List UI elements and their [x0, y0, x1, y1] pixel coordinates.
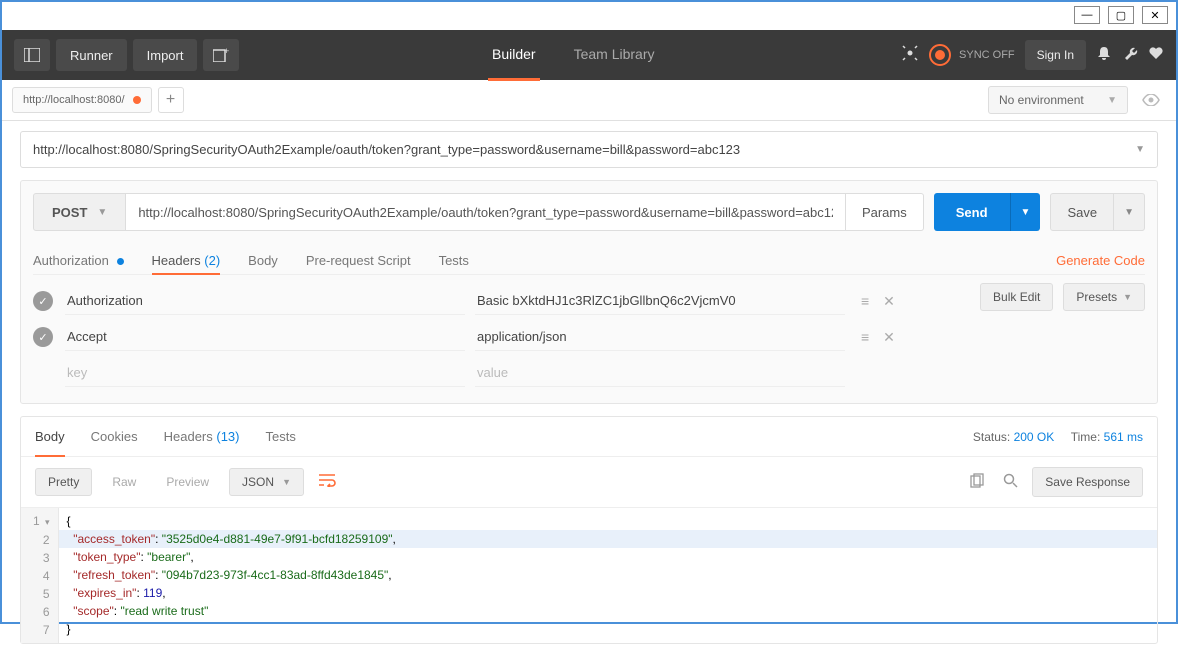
chevron-down-icon: ▼	[1123, 292, 1132, 302]
response-tab-body[interactable]: Body	[35, 417, 65, 456]
code-content[interactable]: { "access_token": "3525d0e4-d881-49e7-9f…	[59, 508, 1157, 643]
header-row: ✓ Authorization Basic bXktdHJ1c3RlZC1jbG…	[33, 283, 960, 319]
sync-record-icon	[929, 44, 951, 66]
request-tab-label: http://localhost:8080/	[23, 94, 125, 106]
checkmark-icon[interactable]: ✓	[33, 291, 53, 311]
history-url-dropdown[interactable]: http://localhost:8080/SpringSecurityOAut…	[20, 131, 1158, 168]
line-wrap-icon[interactable]	[314, 469, 340, 496]
tab-headers[interactable]: Headers (2)	[152, 247, 221, 274]
unsaved-dot-icon	[133, 96, 141, 104]
new-window-icon[interactable]: +	[203, 39, 239, 71]
response-body-code[interactable]: 1 ▾234567 { "access_token": "3525d0e4-d8…	[21, 508, 1157, 643]
save-response-button[interactable]: Save Response	[1032, 467, 1143, 497]
tab-pre-request-script[interactable]: Pre-request Script	[306, 247, 411, 274]
response-tab-headers[interactable]: Headers (13)	[164, 417, 240, 456]
format-dropdown[interactable]: JSON ▼	[229, 468, 304, 496]
header-row: ✓ Accept application/json ≡ ✕	[33, 319, 960, 355]
history-url-text: http://localhost:8080/SpringSecurityOAut…	[33, 142, 740, 157]
chevron-down-icon: ▼	[1107, 95, 1117, 106]
satellite-icon[interactable]	[901, 44, 919, 67]
header-value-input[interactable]: Basic bXktdHJ1c3RlZC1jbGllbnQ6c2VjcmV0	[475, 287, 845, 315]
window-close-button[interactable]: ✕	[1142, 6, 1168, 24]
runner-button[interactable]: Runner	[56, 39, 127, 71]
response-tab-tests[interactable]: Tests	[266, 417, 296, 456]
view-pretty-button[interactable]: Pretty	[35, 468, 92, 496]
tab-body[interactable]: Body	[248, 247, 278, 274]
send-button[interactable]: Send	[934, 193, 1010, 231]
view-preview-button[interactable]: Preview	[156, 469, 219, 495]
environment-preview-icon[interactable]	[1136, 86, 1166, 114]
response-tab-cookies[interactable]: Cookies	[91, 417, 138, 456]
add-tab-button[interactable]: +	[158, 87, 184, 113]
chevron-down-icon: ▼	[282, 477, 291, 487]
tab-team-library[interactable]: Team Library	[570, 30, 659, 81]
header-value-input[interactable]: application/json	[475, 323, 845, 351]
view-raw-button[interactable]: Raw	[102, 469, 146, 495]
environment-dropdown[interactable]: No environment ▼	[988, 86, 1128, 114]
settings-wrench-icon[interactable]	[1122, 45, 1138, 66]
window-minimize-button[interactable]: —	[1074, 6, 1100, 24]
checkmark-icon[interactable]: ✓	[33, 327, 53, 347]
header-key-input[interactable]: Authorization	[65, 287, 465, 315]
http-method-dropdown[interactable]: POST ▼	[33, 193, 126, 231]
drag-handle-icon[interactable]: ≡	[861, 293, 869, 310]
request-tab-1[interactable]: http://localhost:8080/	[12, 87, 152, 113]
window-maximize-button[interactable]: ▢	[1108, 6, 1134, 24]
header-key-input[interactable]: Accept	[65, 323, 465, 351]
line-gutter: 1 ▾234567	[21, 508, 59, 643]
header-value-input[interactable]: value	[475, 359, 845, 387]
import-button[interactable]: Import	[133, 39, 198, 71]
http-method-label: POST	[52, 205, 87, 220]
tab-authorization[interactable]: Authorization	[33, 247, 124, 274]
response-time-value[interactable]: 561 ms	[1104, 430, 1143, 444]
header-key-input[interactable]: key	[65, 359, 465, 387]
presets-dropdown[interactable]: Presets ▼	[1063, 283, 1145, 311]
generate-code-link[interactable]: Generate Code	[1056, 253, 1145, 268]
copy-icon[interactable]	[966, 469, 989, 496]
tab-builder[interactable]: Builder	[488, 30, 540, 81]
response-status: Status: 200 OK Time: 561 ms	[973, 430, 1143, 444]
header-row-empty: key value	[33, 355, 960, 391]
save-button[interactable]: Save	[1050, 193, 1114, 231]
heart-icon[interactable]	[1148, 45, 1164, 66]
request-url-input[interactable]	[126, 193, 846, 231]
search-icon[interactable]	[999, 469, 1022, 496]
send-dropdown-button[interactable]: ▼	[1010, 193, 1041, 231]
sync-label: SYNC OFF	[959, 49, 1015, 61]
delete-icon[interactable]: ✕	[883, 293, 895, 310]
svg-text:+: +	[224, 48, 229, 56]
save-dropdown-button[interactable]: ▼	[1114, 193, 1145, 231]
chevron-down-icon: ▼	[97, 207, 107, 218]
sidebar-toggle-icon[interactable]	[14, 39, 50, 71]
active-dot-icon	[117, 258, 124, 265]
drag-handle-icon[interactable]: ≡	[861, 329, 869, 346]
sync-status[interactable]: SYNC OFF	[929, 44, 1015, 66]
bulk-edit-button[interactable]: Bulk Edit	[980, 283, 1053, 311]
notifications-icon[interactable]	[1096, 45, 1112, 66]
chevron-down-icon: ▼	[1135, 144, 1145, 155]
sign-in-button[interactable]: Sign In	[1025, 40, 1086, 70]
delete-icon[interactable]: ✕	[883, 329, 895, 346]
status-code-value[interactable]: 200 OK	[1014, 430, 1055, 444]
environment-label: No environment	[999, 93, 1084, 107]
params-button[interactable]: Params	[846, 193, 924, 231]
tab-tests[interactable]: Tests	[439, 247, 469, 274]
